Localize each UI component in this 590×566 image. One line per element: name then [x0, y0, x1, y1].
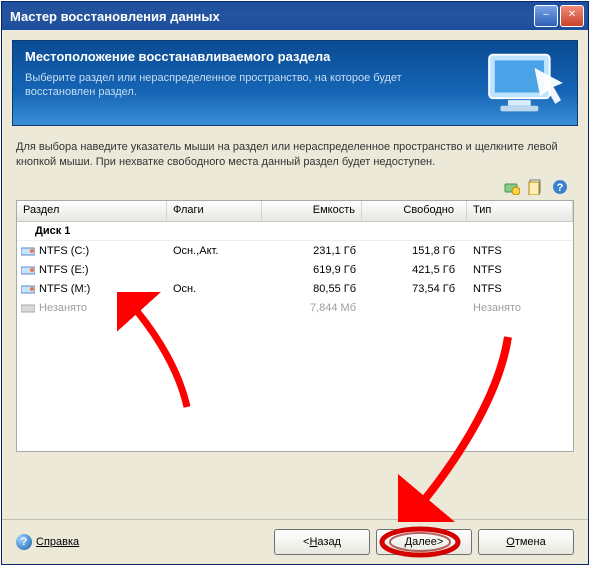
partition-list: Раздел Флаги Емкость Свободно Тип Диск 1…: [16, 200, 574, 452]
partition-free: 151,8 Гб: [362, 245, 467, 257]
partition-type: NTFS: [467, 245, 573, 257]
partition-flags: Осн.: [167, 283, 262, 295]
annotation-ring: [378, 526, 462, 558]
partition-capacity: 7,844 Мб: [262, 302, 362, 314]
help-icon[interactable]: ?: [552, 179, 568, 195]
footer: ? Справка < Назад Далее > Отмена: [2, 519, 588, 564]
window-title: Мастер восстановления данных: [10, 9, 532, 24]
properties-icon[interactable]: [528, 179, 544, 195]
header-free[interactable]: Свободно: [362, 201, 467, 221]
svg-text:?: ?: [557, 182, 564, 194]
title-bar: Мастер восстановления данных – ✕: [2, 2, 588, 30]
partition-type: NTFS: [467, 264, 573, 276]
disk-group: Диск 1: [17, 222, 573, 241]
monitor-icon: [483, 49, 569, 119]
partition-name: NTFS (C:): [39, 245, 89, 257]
wizard-heading: Местоположение восстанавливаемого раздел…: [25, 49, 467, 64]
table-row: Незанято 7,844 Мб Незанято: [17, 298, 573, 317]
content-area: Для выбора наведите указатель мыши на ра…: [2, 126, 588, 452]
partition-flags: Осн.,Акт.: [167, 245, 262, 257]
disk-info-icon[interactable]: [504, 179, 520, 195]
wizard-subtext: Выберите раздел или нераспределенное про…: [25, 71, 467, 99]
cancel-button[interactable]: Отмена: [478, 529, 574, 555]
header-type[interactable]: Тип: [467, 201, 573, 221]
close-button[interactable]: ✕: [560, 5, 584, 27]
help-link[interactable]: Справка: [36, 536, 79, 548]
partition-capacity: 80,55 Гб: [262, 283, 362, 295]
partition-capacity: 231,1 Гб: [262, 245, 362, 257]
header-partition[interactable]: Раздел: [17, 201, 167, 221]
table-row[interactable]: NTFS (C:) Осн.,Акт.231,1 Гб151,8 ГбNTFS: [17, 241, 573, 260]
partition-name: NTFS (E:): [39, 264, 89, 276]
partition-free: 421,5 Гб: [362, 264, 467, 276]
partition-type: Незанято: [467, 302, 573, 314]
wizard-header: Местоположение восстанавливаемого раздел…: [12, 40, 578, 126]
partition-name: Незанято: [39, 302, 87, 314]
table-row[interactable]: NTFS (E:) 619,9 Гб421,5 ГбNTFS: [17, 260, 573, 279]
header-flags[interactable]: Флаги: [167, 201, 262, 221]
header-capacity[interactable]: Емкость: [262, 201, 362, 221]
column-headers: Раздел Флаги Емкость Свободно Тип: [17, 201, 573, 222]
help-link-area[interactable]: ? Справка: [16, 534, 268, 550]
wizard-window: Мастер восстановления данных – ✕ Местопо…: [1, 1, 589, 565]
instruction-text: Для выбора наведите указатель мыши на ра…: [16, 140, 574, 170]
partition-type: NTFS: [467, 283, 573, 295]
partition-capacity: 619,9 Гб: [262, 264, 362, 276]
help-bubble-icon: ?: [16, 534, 32, 550]
partition-name: NTFS (M:): [39, 283, 90, 295]
back-button[interactable]: < Назад: [274, 529, 370, 555]
table-row[interactable]: NTFS (M:) Осн.80,55 Гб73,54 ГбNTFS: [17, 279, 573, 298]
partition-free: 73,54 Гб: [362, 283, 467, 295]
minimize-button[interactable]: –: [534, 5, 558, 27]
toolbar: ?: [16, 176, 574, 198]
